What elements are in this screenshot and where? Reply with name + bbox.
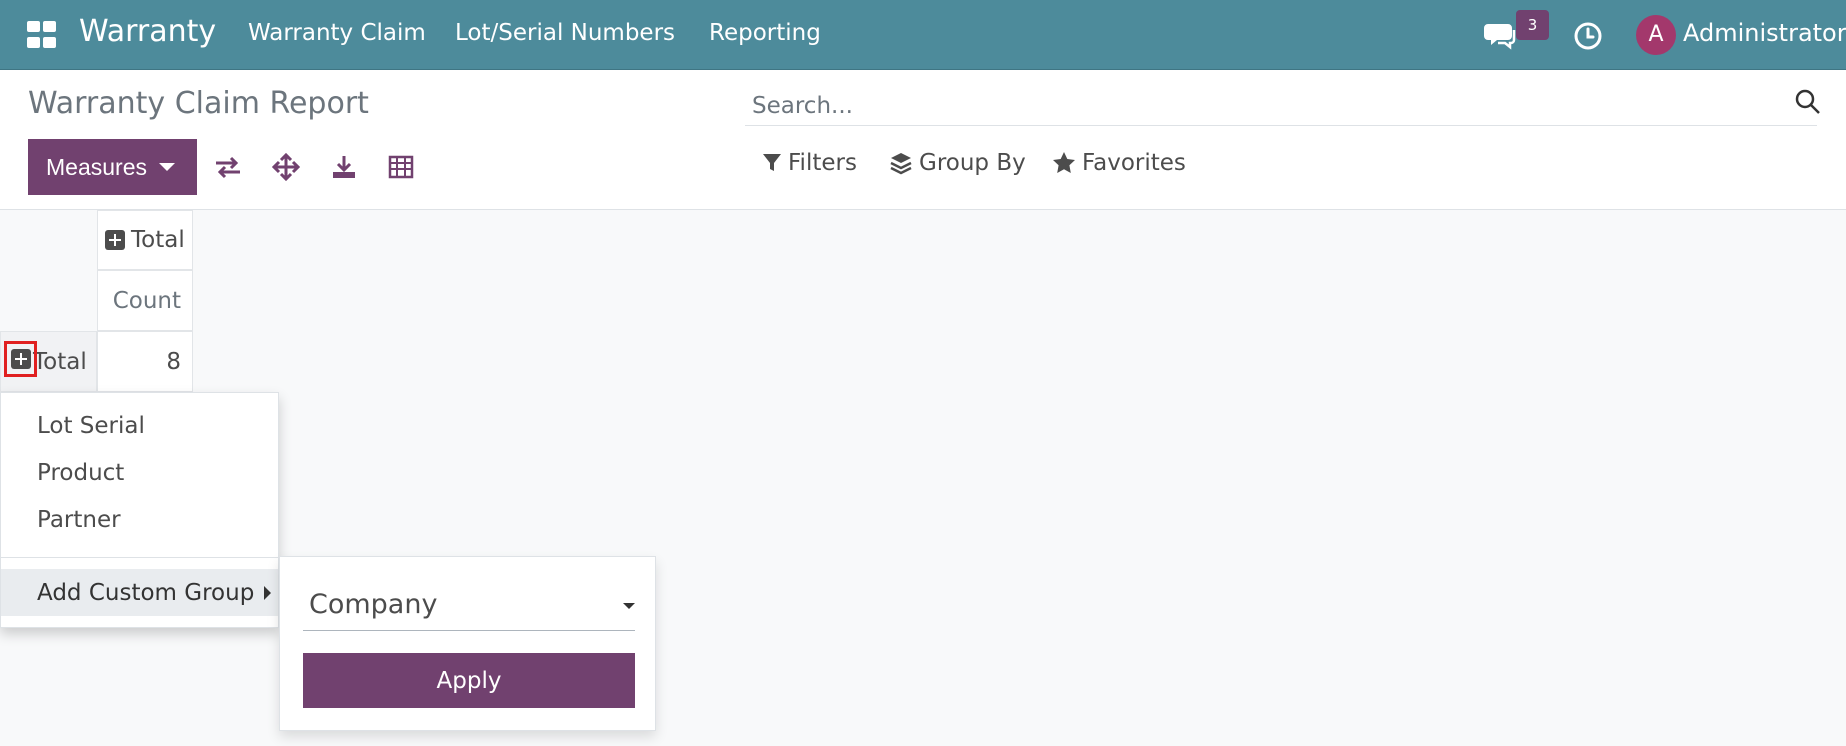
pivot-cell-value[interactable]: 8	[97, 331, 193, 392]
layers-icon	[890, 153, 912, 175]
caret-down-icon	[623, 603, 635, 609]
add-custom-group-label: Add Custom Group	[37, 579, 255, 606]
row-header-label: Total	[33, 348, 87, 375]
pivot-col-header-total[interactable]: Total	[97, 210, 193, 270]
pivot-corner	[0, 210, 97, 331]
groupby-option-product[interactable]: Product	[37, 460, 124, 486]
menu-lot-serial-numbers[interactable]: Lot/Serial Numbers	[455, 20, 675, 46]
custom-group-select[interactable]: Company	[303, 579, 635, 631]
menu-reporting[interactable]: Reporting	[709, 20, 821, 46]
favorites-button[interactable]: Favorites	[1052, 150, 1186, 176]
col-header-label: Total	[131, 227, 185, 253]
user-menu[interactable]: Administrator	[1683, 19, 1846, 47]
search-input[interactable]	[745, 86, 1817, 126]
menu-warranty-claim[interactable]: Warranty Claim	[248, 20, 426, 46]
search-icon[interactable]	[1794, 88, 1822, 120]
expand-all-icon[interactable]	[268, 150, 304, 184]
group-by-button[interactable]: Group By	[889, 150, 1026, 176]
filter-icon	[763, 154, 781, 171]
caret-down-icon	[158, 163, 175, 171]
star-icon	[1053, 152, 1075, 173]
filters-label: Filters	[788, 150, 857, 176]
avatar[interactable]: A	[1636, 15, 1676, 55]
apply-button[interactable]: Apply	[303, 653, 635, 708]
groupby-dropdown: Lot Serial Product Partner Add Custom Gr…	[0, 392, 279, 628]
messages-badge: 3	[1516, 10, 1549, 40]
control-panel: Warranty Claim Report Measures Search...…	[0, 70, 1846, 210]
table-icon[interactable]	[383, 150, 419, 184]
download-icon[interactable]	[326, 150, 362, 184]
expand-plus-icon	[105, 230, 125, 250]
row-expand-button[interactable]	[4, 341, 37, 377]
expand-plus-icon	[10, 349, 31, 369]
add-custom-group-toggle[interactable]: Add Custom Group	[1, 569, 278, 616]
custom-group-panel: Company Apply	[279, 556, 656, 731]
filters-button[interactable]: Filters	[762, 150, 857, 176]
custom-group-selected: Company	[309, 589, 438, 620]
apps-icon[interactable]	[24, 17, 60, 53]
flip-axis-icon[interactable]	[210, 150, 246, 184]
caret-right-icon	[264, 585, 272, 600]
chat-icon[interactable]	[1484, 20, 1518, 54]
page-title: Warranty Claim Report	[28, 86, 369, 121]
groupby-option-partner[interactable]: Partner	[37, 507, 121, 533]
dropdown-divider	[1, 557, 278, 558]
favorites-label: Favorites	[1082, 150, 1186, 176]
top-navbar: Warranty Warranty Claim Lot/Serial Numbe…	[0, 0, 1846, 70]
measures-label: Measures	[46, 153, 147, 180]
app-brand[interactable]: Warranty	[79, 14, 216, 49]
measures-button[interactable]: Measures	[28, 139, 197, 195]
groupby-option-lot-serial[interactable]: Lot Serial	[37, 413, 145, 439]
clock-icon[interactable]	[1573, 21, 1603, 55]
group-by-label: Group By	[919, 150, 1026, 176]
pivot-measure-header[interactable]: Count	[97, 270, 193, 331]
